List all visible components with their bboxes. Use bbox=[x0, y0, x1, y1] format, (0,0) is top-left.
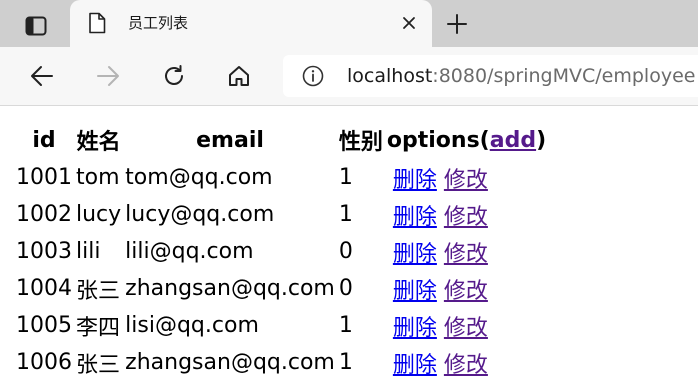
cell-gender: 0 bbox=[338, 239, 353, 264]
update-link[interactable]: 修改 bbox=[444, 353, 488, 378]
cell-email: zhangsan@qq.com bbox=[125, 350, 335, 375]
update-link[interactable]: 修改 bbox=[444, 168, 488, 193]
cell-id: 1002 bbox=[16, 202, 72, 227]
update-link[interactable]: 修改 bbox=[444, 279, 488, 304]
url-host: localhost bbox=[347, 65, 433, 87]
cell-name: 张三 bbox=[76, 352, 121, 378]
cell-gender: 1 bbox=[338, 350, 353, 375]
back-button[interactable] bbox=[24, 59, 60, 93]
header-options-label: options bbox=[386, 127, 480, 153]
table-header-row: id 姓名 email 性别 options(add) bbox=[14, 121, 548, 159]
update-link[interactable]: 修改 bbox=[444, 316, 488, 341]
cell-options: 删除 修改 bbox=[385, 270, 548, 307]
cell-id: 1001 bbox=[16, 165, 72, 190]
cell-gender: 1 bbox=[338, 202, 353, 227]
delete-link[interactable]: 删除 bbox=[393, 168, 437, 193]
cell-id: 1006 bbox=[16, 350, 72, 375]
delete-link[interactable]: 删除 bbox=[393, 242, 437, 267]
update-link[interactable]: 修改 bbox=[444, 242, 488, 267]
header-gender: 性别 bbox=[338, 130, 383, 155]
cell-name: lili bbox=[76, 239, 101, 264]
cell-id: 1004 bbox=[16, 276, 72, 301]
table-row: 1001 tom tom@qq.com 1 删除 修改 bbox=[14, 159, 548, 196]
delete-link[interactable]: 删除 bbox=[393, 205, 437, 230]
browser-toolbar: localhost:8080/springMVC/employee bbox=[0, 47, 698, 106]
forward-arrow-icon bbox=[97, 66, 119, 86]
info-icon[interactable] bbox=[302, 65, 324, 87]
header-options: options(add) bbox=[385, 121, 548, 159]
new-tab-button[interactable] bbox=[442, 10, 472, 38]
page-content: id 姓名 email 性别 options(add) 1001 tom tom… bbox=[0, 106, 698, 392]
cell-id: 1005 bbox=[16, 313, 72, 338]
add-link[interactable]: add bbox=[490, 128, 536, 153]
header-email: email bbox=[196, 127, 264, 153]
cell-gender: 1 bbox=[338, 165, 353, 190]
cell-email: tom@qq.com bbox=[125, 165, 273, 190]
close-icon bbox=[403, 17, 415, 29]
cell-email: zhangsan@qq.com bbox=[125, 276, 335, 301]
home-button[interactable] bbox=[221, 59, 257, 93]
tab-actions-button[interactable] bbox=[10, 8, 62, 44]
paren-open: ( bbox=[479, 127, 490, 153]
cell-name: 李四 bbox=[76, 315, 121, 341]
cell-email: lili@qq.com bbox=[125, 239, 254, 264]
tab-close-button[interactable] bbox=[398, 12, 420, 34]
address-bar[interactable]: localhost:8080/springMVC/employee bbox=[283, 55, 698, 97]
page-icon bbox=[89, 12, 106, 34]
cell-options: 删除 修改 bbox=[385, 196, 548, 233]
table-row: 1005 李四 lisi@qq.com 1 删除 修改 bbox=[14, 307, 548, 344]
cell-gender: 1 bbox=[338, 313, 353, 338]
cell-email: lucy@qq.com bbox=[125, 202, 275, 227]
cell-gender: 0 bbox=[338, 276, 353, 301]
delete-link[interactable]: 删除 bbox=[393, 316, 437, 341]
forward-button[interactable] bbox=[90, 59, 126, 93]
active-tab[interactable]: 员工列表 bbox=[70, 0, 432, 47]
cell-id: 1003 bbox=[16, 239, 72, 264]
cell-options: 删除 修改 bbox=[385, 344, 548, 381]
url-text[interactable]: localhost:8080/springMVC/employee bbox=[347, 65, 695, 87]
table-row: 1002 lucy lucy@qq.com 1 删除 修改 bbox=[14, 196, 548, 233]
employee-table: id 姓名 email 性别 options(add) 1001 tom tom… bbox=[14, 121, 548, 381]
home-icon bbox=[229, 66, 249, 86]
cell-name: lucy bbox=[76, 202, 122, 227]
url-path: :8080/springMVC/employee bbox=[432, 65, 696, 87]
refresh-icon bbox=[165, 65, 183, 85]
cell-options: 删除 修改 bbox=[385, 307, 548, 344]
delete-link[interactable]: 删除 bbox=[393, 279, 437, 304]
update-link[interactable]: 修改 bbox=[444, 205, 488, 230]
cell-email: lisi@qq.com bbox=[125, 313, 259, 338]
tab-actions-icon bbox=[25, 16, 47, 36]
header-name: 姓名 bbox=[76, 130, 121, 155]
tab-title: 员工列表 bbox=[128, 14, 189, 32]
table-row: 1006 张三 zhangsan@qq.com 1 删除 修改 bbox=[14, 344, 548, 381]
delete-link[interactable]: 删除 bbox=[393, 353, 437, 378]
table-row: 1003 lili lili@qq.com 0 删除 修改 bbox=[14, 233, 548, 270]
tab-strip: 员工列表 bbox=[0, 0, 698, 47]
refresh-button[interactable] bbox=[156, 59, 192, 93]
back-arrow-icon bbox=[31, 66, 53, 86]
header-id: id bbox=[32, 127, 56, 153]
paren-close: ) bbox=[536, 127, 547, 153]
cell-name: tom bbox=[76, 165, 120, 190]
table-row: 1004 张三 zhangsan@qq.com 0 删除 修改 bbox=[14, 270, 548, 307]
cell-options: 删除 修改 bbox=[385, 233, 548, 270]
cell-options: 删除 修改 bbox=[385, 159, 548, 196]
cell-name: 张三 bbox=[76, 278, 121, 304]
plus-icon bbox=[447, 14, 467, 34]
